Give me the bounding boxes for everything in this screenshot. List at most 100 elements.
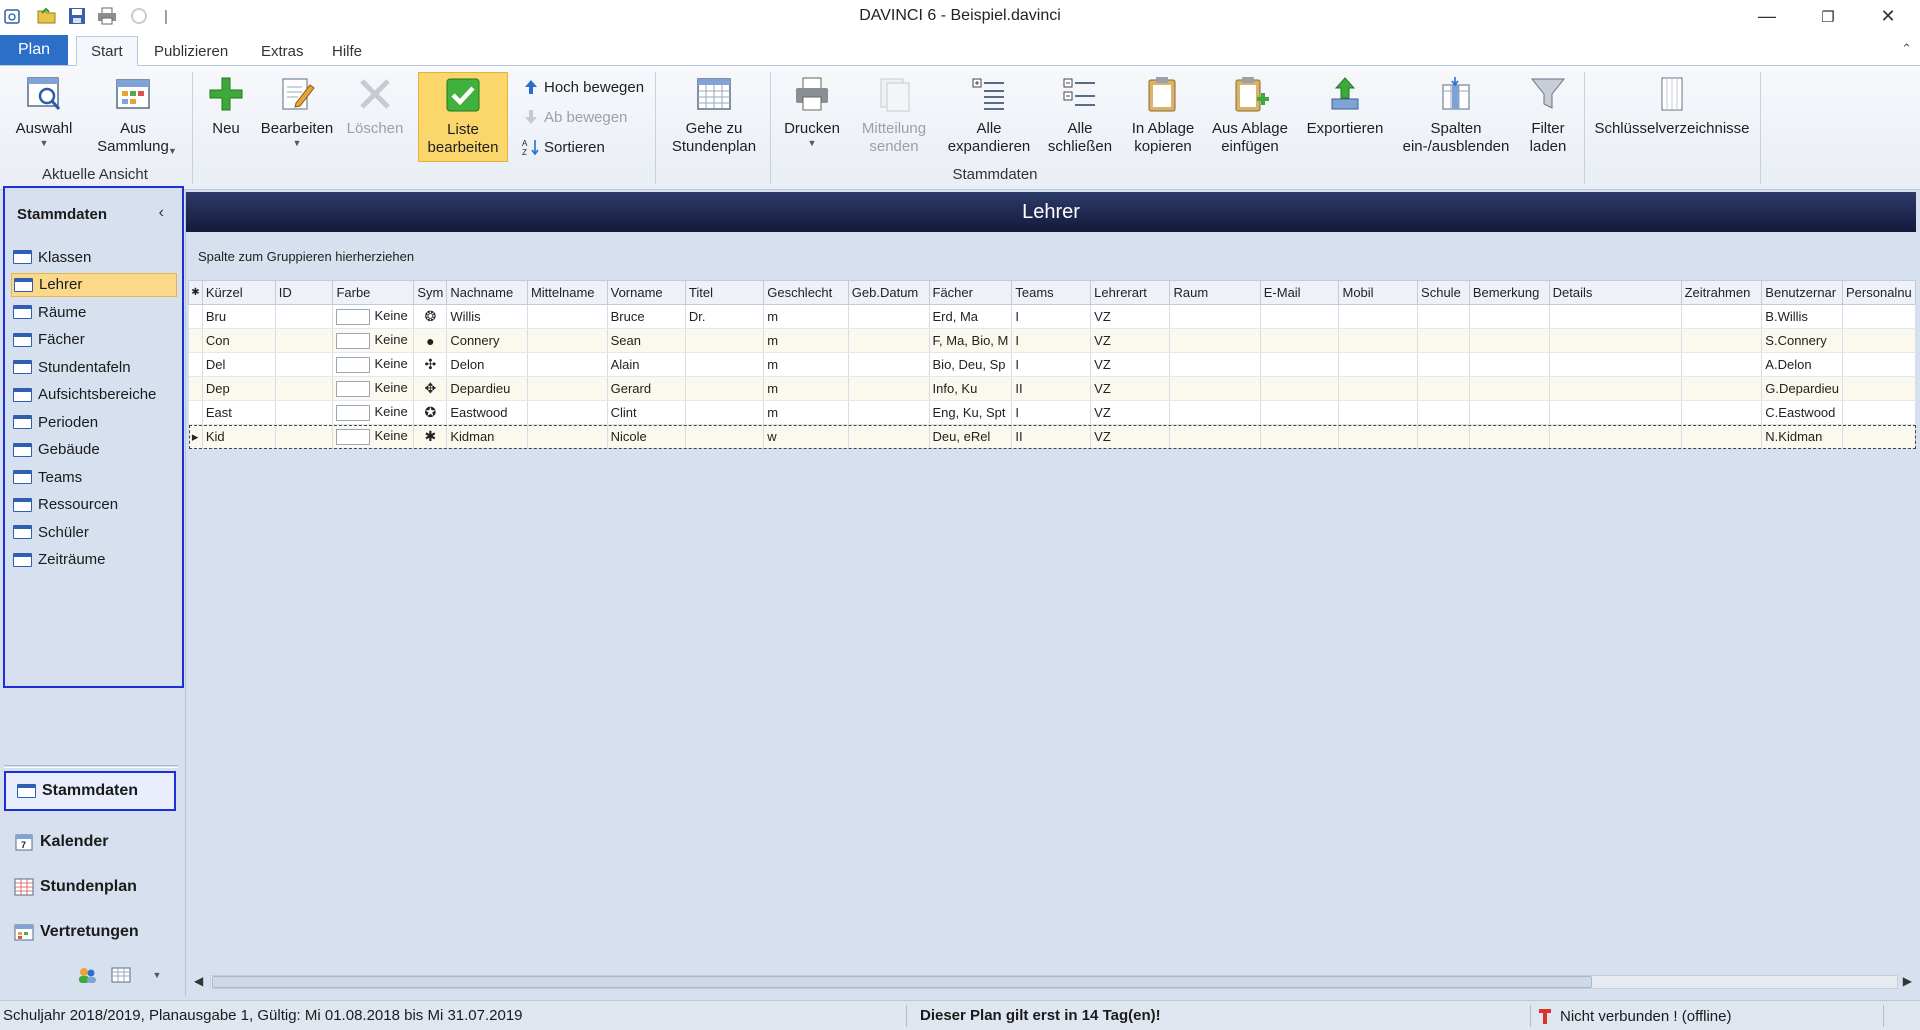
cell-titel[interactable]: Dr. — [685, 304, 765, 329]
close-button[interactable]: ✕ — [1860, 0, 1916, 33]
tab-extras[interactable]: Extras — [247, 36, 318, 66]
mitteilung-senden-button[interactable]: Mitteilung senden — [852, 74, 936, 156]
cell-id[interactable] — [275, 376, 334, 401]
cell-zeitrahmen[interactable] — [1681, 376, 1763, 401]
cell-farbe[interactable]: Keine — [332, 328, 415, 353]
alle-expandieren-button[interactable]: Alle expandieren — [944, 74, 1034, 156]
cell-nachname[interactable]: Eastwood — [446, 400, 528, 425]
table-row[interactable]: Bru Keine ❂ Willis Bruce Dr. m Erd, Ma I VZ B.Will… — [188, 304, 1916, 329]
cell-mobil[interactable] — [1338, 352, 1419, 377]
column-header[interactable]: Raum — [1169, 280, 1261, 305]
bearbeiten-button[interactable]: Bearbeiten ▼ — [258, 74, 336, 148]
row-indicator[interactable] — [188, 304, 203, 329]
cell-mobil[interactable] — [1338, 304, 1419, 329]
column-header[interactable]: Geschlecht — [763, 280, 849, 305]
cell-id[interactable] — [275, 400, 334, 425]
cell-faecher[interactable]: Deu, eRel — [929, 424, 1013, 449]
cell-teams[interactable]: I — [1011, 304, 1092, 329]
tree-item-lehrer[interactable]: Lehrer — [11, 272, 177, 297]
symbol-icon[interactable]: ✪ — [413, 400, 448, 425]
cell-nachname[interactable]: Connery — [446, 328, 528, 353]
cell-personal[interactable] — [1842, 352, 1916, 377]
column-header[interactable]: Kürzel — [201, 280, 276, 305]
tree-item-perioden[interactable]: Perioden — [11, 410, 177, 434]
symbol-icon[interactable]: ✣ — [413, 352, 448, 377]
cell-details[interactable] — [1549, 352, 1682, 377]
cell-mittelname[interactable] — [527, 304, 608, 329]
cell-id[interactable] — [275, 328, 334, 353]
cell-raum[interactable] — [1169, 352, 1261, 377]
cell-faecher[interactable]: Info, Ku — [929, 376, 1013, 401]
table-row[interactable]: Del Keine ✣ Delon Alain m Bio, Deu, Sp I VZ A.Del… — [188, 352, 1916, 377]
drucken-button[interactable]: Drucken ▼ — [780, 74, 844, 148]
plan-menu-button[interactable]: Plan — [0, 35, 68, 65]
cell-email[interactable] — [1260, 376, 1340, 401]
cell-titel[interactable] — [685, 424, 765, 449]
cell-geschlecht[interactable]: m — [763, 328, 849, 353]
cell-email[interactable] — [1260, 424, 1340, 449]
cell-zeitrahmen[interactable] — [1681, 400, 1763, 425]
tab-hilfe[interactable]: Hilfe — [318, 36, 376, 66]
chevron-down-icon[interactable]: ▼ — [146, 964, 168, 986]
loeschen-button[interactable]: Löschen — [344, 74, 406, 138]
color-swatch[interactable] — [336, 332, 371, 349]
cell-benutzer[interactable]: C.Eastwood — [1761, 400, 1844, 425]
cell-teams[interactable]: I — [1011, 400, 1092, 425]
liste-bearbeiten-button[interactable]: Liste bearbeiten — [418, 72, 508, 162]
cell-bemerkung[interactable] — [1469, 352, 1550, 377]
aus-sammlung-button[interactable]: Aus Sammlung — [88, 74, 178, 156]
ab-bewegen-button[interactable]: Ab bewegen — [522, 108, 627, 126]
cell-titel[interactable] — [685, 376, 765, 401]
cell-personal[interactable] — [1842, 400, 1916, 425]
tree-item-schüler[interactable]: Schüler — [11, 520, 177, 544]
cell-details[interactable] — [1549, 400, 1682, 425]
symbol-icon[interactable]: ✱ — [413, 424, 448, 449]
column-header[interactable]: Details — [1548, 280, 1682, 305]
nav-stundenplan-button[interactable]: Stundenplan — [4, 867, 176, 907]
symbol-icon[interactable]: ❂ — [413, 304, 448, 329]
cell-nachname[interactable]: Willis — [446, 304, 528, 329]
hoch-bewegen-button[interactable]: Hoch bewegen — [522, 78, 644, 96]
cell-details[interactable] — [1549, 304, 1682, 329]
cell-schule[interactable] — [1417, 352, 1470, 377]
column-header[interactable]: Schule — [1417, 280, 1470, 305]
cell-mittelname[interactable] — [527, 328, 608, 353]
nav-kalender-button[interactable]: 7 Kalender — [4, 822, 176, 862]
cell-details[interactable] — [1549, 376, 1682, 401]
row-indicator[interactable] — [188, 328, 203, 353]
aus-ablage-einfuegen-button[interactable]: Aus Ablage einfügen — [1208, 74, 1292, 156]
column-header[interactable]: Personalnu — [1842, 280, 1916, 305]
horizontal-scrollbar[interactable]: ◀ ▶ — [192, 973, 1916, 991]
column-header[interactable]: Fächer — [928, 280, 1013, 305]
tree-item-fächer[interactable]: Fächer — [11, 328, 177, 352]
color-swatch[interactable] — [336, 380, 371, 397]
cell-benutzer[interactable]: S.Connery — [1761, 328, 1844, 353]
cell-lehrerart[interactable]: VZ — [1090, 304, 1171, 329]
column-header[interactable]: Sym — [413, 280, 448, 305]
cell-mittelname[interactable] — [527, 424, 608, 449]
column-header[interactable]: Benutzernar — [1761, 280, 1844, 305]
cell-kuerzel[interactable]: Dep — [202, 376, 276, 401]
cell-geb[interactable] — [848, 328, 930, 353]
tree-item-teams[interactable]: Teams — [11, 465, 177, 489]
cell-geb[interactable] — [848, 304, 930, 329]
cell-email[interactable] — [1260, 328, 1340, 353]
column-header[interactable]: Vorname — [606, 280, 686, 305]
column-header[interactable]: Zeitrahmen — [1680, 280, 1763, 305]
column-header[interactable]: Mobil — [1338, 280, 1419, 305]
cell-faecher[interactable]: Bio, Deu, Sp — [929, 352, 1013, 377]
table-row[interactable]: Con Keine ● Connery Sean m F, Ma, Bio, M I VZ S.C… — [188, 328, 1916, 353]
app-icon[interactable] — [2, 5, 24, 27]
color-swatch[interactable] — [336, 428, 371, 445]
cell-teams[interactable]: II — [1011, 376, 1092, 401]
table-row[interactable]: East Keine ✪ Eastwood Clint m Eng, Ku, Spt I VZ C… — [188, 400, 1916, 425]
cell-schule[interactable] — [1417, 328, 1470, 353]
cell-farbe[interactable]: Keine — [332, 376, 415, 401]
cell-bemerkung[interactable] — [1469, 376, 1550, 401]
cell-mittelname[interactable] — [527, 352, 608, 377]
gehe-zu-stundenplan-button[interactable]: Gehe zu Stundenplan — [664, 74, 764, 156]
in-ablage-kopieren-button[interactable]: In Ablage kopieren — [1124, 74, 1202, 156]
table-view-icon[interactable] — [110, 964, 132, 986]
color-swatch[interactable] — [336, 308, 371, 325]
cell-vorname[interactable]: Alain — [607, 352, 686, 377]
